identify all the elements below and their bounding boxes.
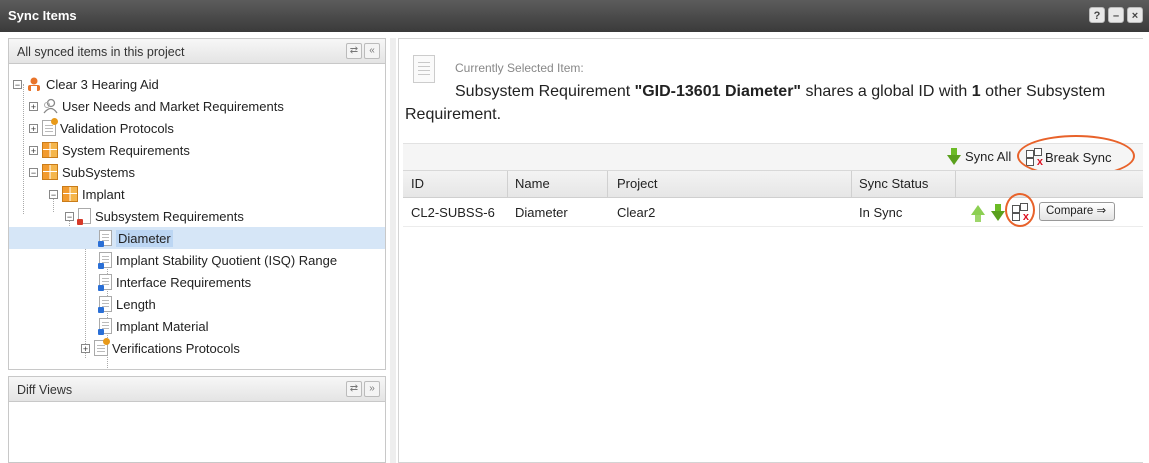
refresh-icon[interactable]: ⇄ (346, 381, 362, 397)
document-icon (98, 274, 112, 291)
sync-down-arrow-icon (947, 148, 963, 165)
tree-node-isq-range[interactable]: Implant Stability Quotient (ISQ) Range (98, 249, 337, 271)
tree-node-diameter[interactable]: Diameter (9, 227, 385, 249)
document-icon (98, 296, 112, 313)
help-button[interactable]: ? (1089, 7, 1105, 23)
expand-toggle-icon[interactable]: + (29, 101, 38, 111)
cell-project: Clear2 (617, 205, 656, 220)
collapse-down-icon[interactable]: » (364, 381, 380, 397)
document-icon (77, 208, 91, 225)
cell-sync-status: In Sync (859, 205, 903, 220)
synced-items-panel: All synced items in this project ⇄ « − C… (8, 38, 388, 463)
tree-node-project[interactable]: − Clear 3 Hearing Aid (13, 73, 159, 95)
window-title-bar: Sync Items ? – × (0, 0, 1149, 32)
current-item-description: Subsystem Requirement "GID-13601 Diamete… (405, 83, 1106, 123)
document-icon (98, 230, 112, 247)
tree-node-subsystem-requirements[interactable]: − Subsystem Requirements (65, 205, 244, 227)
push-up-arrow-icon[interactable] (971, 205, 985, 222)
table-row[interactable]: CL2-SUBSS-6 Diameter Clear2 In Sync x Co… (403, 193, 1143, 227)
validation-icon (42, 118, 58, 136)
sync-details-panel: Currently Selected Item: Subsystem Requi… (398, 38, 1143, 463)
collapse-toggle-icon[interactable]: − (49, 189, 58, 199)
tree-node-verifications-protocols[interactable]: + Verifications Protocols (81, 337, 240, 359)
synced-items-tree: − Clear 3 Hearing Aid + User Needs and M… (8, 64, 386, 370)
current-item-name: "GID-13601 Diameter" (634, 83, 801, 100)
tree-node-length[interactable]: Length (98, 293, 156, 315)
current-item-label: Currently Selected Item: (455, 61, 584, 75)
expand-toggle-icon[interactable]: + (29, 123, 38, 133)
cell-name: Diameter (515, 205, 568, 220)
collapse-toggle-icon[interactable]: − (13, 79, 22, 89)
column-header-name[interactable]: Name (515, 176, 550, 191)
user-needs-icon (42, 98, 58, 114)
tree-node-implant-material[interactable]: Implant Material (98, 315, 208, 337)
panel-splitter[interactable] (390, 38, 396, 463)
document-icon (413, 55, 435, 83)
folder-icon (62, 186, 78, 202)
close-button[interactable]: × (1127, 7, 1143, 23)
table-header: ID Name Project Sync Status (403, 170, 1143, 198)
expand-toggle-icon[interactable]: + (81, 343, 90, 353)
diff-views-title: Diff Views (17, 383, 73, 397)
folder-icon (42, 164, 58, 180)
diff-views-body (8, 402, 386, 463)
synced-items-title: All synced items in this project (17, 45, 185, 59)
sync-toolbar: Sync All x Break Sync (403, 135, 1143, 177)
folder-icon (42, 142, 58, 158)
document-icon (98, 252, 112, 269)
refresh-icon[interactable]: ⇄ (346, 43, 362, 59)
collapse-left-icon[interactable]: « (364, 43, 380, 59)
column-header-project[interactable]: Project (617, 176, 657, 191)
collapse-toggle-icon[interactable]: − (65, 211, 74, 221)
project-icon (26, 76, 42, 92)
other-count: 1 (971, 83, 981, 100)
tree-node-validation-protocols[interactable]: + Validation Protocols (29, 117, 174, 139)
tree-node-subsystems[interactable]: − SubSystems (29, 161, 135, 183)
sync-all-button[interactable]: Sync All (947, 148, 1011, 165)
highlight-ring (1005, 193, 1035, 227)
document-icon (98, 318, 112, 335)
validation-icon (94, 338, 110, 356)
synced-items-header: All synced items in this project ⇄ « (8, 38, 386, 64)
collapse-toggle-icon[interactable]: − (29, 167, 38, 177)
column-header-sync-status[interactable]: Sync Status (859, 176, 928, 191)
compare-button[interactable]: Compare ⇒ (1039, 202, 1115, 221)
minimize-button[interactable]: – (1108, 7, 1124, 23)
column-header-id[interactable]: ID (411, 176, 424, 191)
window-title: Sync Items (8, 8, 77, 23)
tree-node-interface-requirements[interactable]: Interface Requirements (98, 271, 251, 293)
tree-node-system-requirements[interactable]: + System Requirements (29, 139, 190, 161)
diff-views-header: Diff Views ⇄ » (8, 376, 386, 402)
expand-toggle-icon[interactable]: + (29, 145, 38, 155)
tree-node-user-needs[interactable]: + User Needs and Market Requirements (29, 95, 284, 117)
tree-node-implant[interactable]: − Implant (49, 183, 125, 205)
cell-id: CL2-SUBSS-6 (411, 205, 495, 220)
